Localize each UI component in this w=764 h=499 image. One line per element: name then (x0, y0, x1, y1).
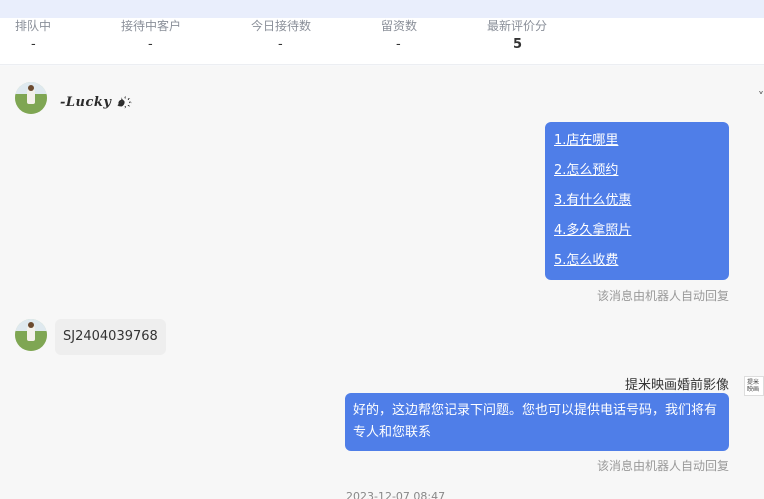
customer-nickname: -Lucky ๑҉ (60, 95, 126, 110)
menu-option-link[interactable]: 1.店在哪里 (554, 126, 720, 156)
agent-reply-bubble: 好的，这边帮您记录下问题。您也可以提供电话号码，我们将有专人和您联系 (345, 393, 729, 451)
menu-option-link[interactable]: 5.怎么收费 (554, 246, 720, 276)
stat-value: - (278, 37, 283, 52)
stats-bar: 排队中 - 接待中客户 - 今日接待数 - 留资数 - 最新评价分 5 (0, 18, 764, 65)
auto-reply-note: 该消息由机器人自动回复 (596, 459, 729, 473)
stat-today: 今日接待数 - (251, 18, 341, 54)
agent-name: 提米映画婚前影像 (624, 378, 729, 393)
menu-option-link[interactable]: 4.多久拿照片 (554, 216, 720, 246)
stat-label: 留资数 (381, 19, 418, 33)
stat-value: 5 (513, 37, 523, 52)
auto-reply-note: 该消息由机器人自动回复 (596, 289, 729, 303)
chat-panel[interactable]: -Lucky ๑҉ ˅ 1.店在哪里 2.怎么预约 3.有什么优惠 4.多久拿照… (0, 66, 764, 499)
top-strip (0, 0, 764, 18)
stat-label: 接待中客户 (121, 19, 182, 33)
menu-message-bubble: 1.店在哪里 2.怎么预约 3.有什么优惠 4.多久拿照片 5.怎么收费 (545, 122, 729, 280)
stat-value: - (396, 37, 401, 52)
customer-avatar[interactable] (15, 319, 47, 351)
menu-option-link[interactable]: 3.有什么优惠 (554, 186, 720, 216)
stat-label: 排队中 (15, 19, 52, 33)
menu-option-link[interactable]: 2.怎么预约 (554, 156, 720, 186)
chevron-down-icon[interactable]: ˅ (758, 90, 764, 104)
customer-message-bubble: SJ2404039768 (55, 319, 166, 355)
stat-label: 今日接待数 (251, 19, 312, 33)
stat-label: 最新评价分 (487, 19, 548, 33)
stat-rating: 最新评价分 5 (487, 18, 577, 54)
customer-avatar[interactable] (15, 82, 47, 114)
stat-value: - (31, 37, 36, 52)
agent-avatar[interactable]: 提米映画 (744, 376, 764, 396)
stat-leads: 留资数 - (381, 18, 471, 54)
message-timestamp: 2023-12-07 08:47 (346, 490, 446, 499)
stat-serving: 接待中客户 - (121, 18, 211, 54)
stat-queue: 排队中 - (15, 18, 105, 54)
stat-value: - (148, 37, 153, 52)
